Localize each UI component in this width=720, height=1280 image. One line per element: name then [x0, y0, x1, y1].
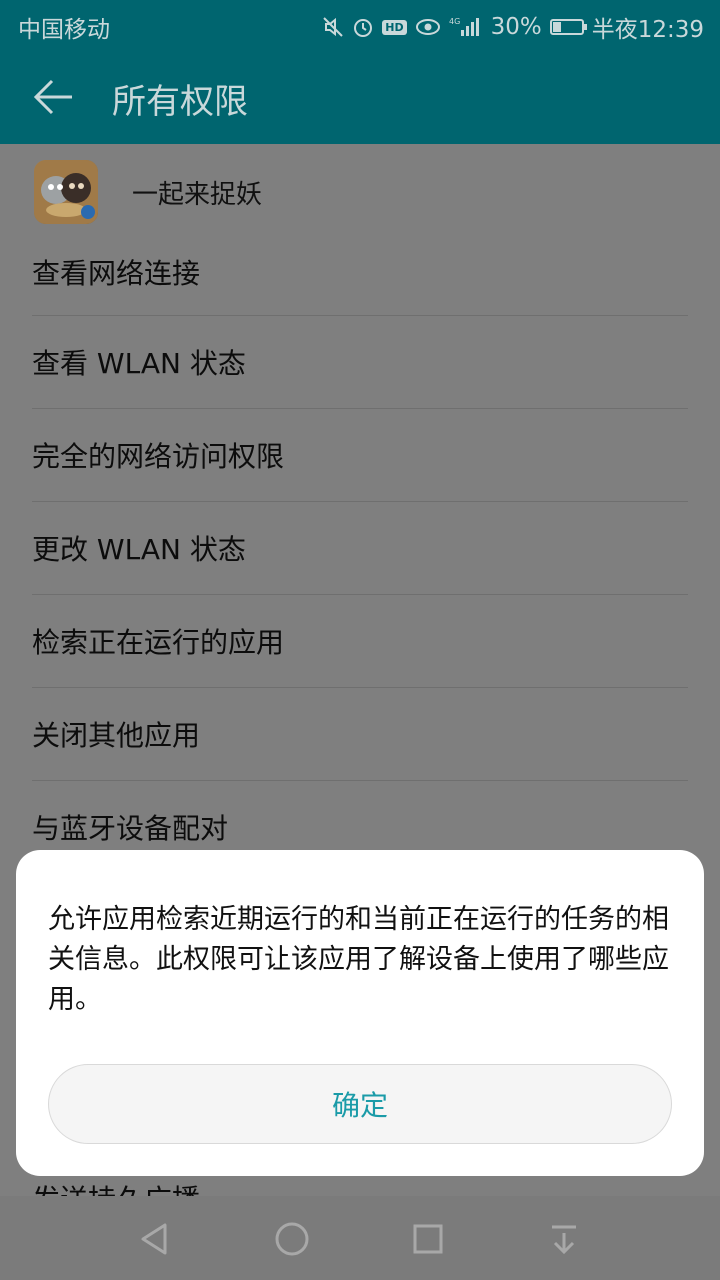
- battery-percent: 30%: [490, 14, 542, 40]
- permission-list: 查看网络连接 查看 WLAN 状态 完全的网络访问权限 更改 WLAN 状态 检…: [32, 224, 688, 874]
- list-item[interactable]: 查看网络连接: [32, 224, 688, 316]
- permission-label: 查看网络连接: [32, 257, 201, 290]
- clock: 半夜12:39: [591, 17, 704, 43]
- list-item[interactable]: 查看 WLAN 状态: [32, 316, 688, 409]
- nav-recents-button[interactable]: [403, 1214, 453, 1264]
- mute-icon: [322, 16, 344, 38]
- back-button[interactable]: [28, 72, 82, 122]
- recents-square-icon: [413, 1224, 443, 1254]
- dialog-message: 允许应用检索近期运行的和当前正在运行的任务的相关信息。此权限可让该应用了解设备上…: [48, 904, 669, 1015]
- ok-button[interactable]: 确定: [48, 1064, 672, 1144]
- toolbar: 所有权限: [0, 50, 720, 144]
- carrier-name: 中国移动: [18, 17, 110, 43]
- list-item-partial[interactable]: 发送持久广播: [32, 1184, 200, 1196]
- permission-label: 与蓝牙设备配对: [32, 812, 229, 845]
- hd-icon: HD: [382, 19, 407, 35]
- permission-label: 关闭其他应用: [32, 719, 201, 752]
- alarm-icon: [352, 16, 374, 38]
- signal-icon: 4G: [449, 16, 483, 38]
- permission-label: 完全的网络访问权限: [32, 440, 285, 473]
- status-icons: HD 4G 30% 半夜12:39: [322, 10, 704, 44]
- permission-label: 查看 WLAN 状态: [32, 347, 246, 380]
- app-icon: [34, 160, 98, 224]
- app-name: 一起来捉妖: [132, 179, 263, 210]
- permission-label: 发送持久广播: [32, 1184, 200, 1196]
- page-title: 所有权限: [112, 82, 248, 122]
- list-item[interactable]: 完全的网络访问权限: [32, 409, 688, 502]
- list-item[interactable]: 关闭其他应用: [32, 688, 688, 781]
- battery-icon: [549, 19, 587, 35]
- nav-notification-button[interactable]: [539, 1214, 589, 1264]
- nav-back-button[interactable]: [130, 1214, 180, 1264]
- permission-label: 检索正在运行的应用: [32, 626, 285, 659]
- network-type: 4G: [449, 17, 460, 26]
- permission-label: 更改 WLAN 状态: [32, 533, 246, 566]
- list-item[interactable]: 更改 WLAN 状态: [32, 502, 688, 595]
- notification-pull-icon: [552, 1225, 576, 1255]
- app-header: 一起来捉妖: [34, 160, 262, 224]
- list-item[interactable]: 检索正在运行的应用: [32, 595, 688, 688]
- permission-dialog: 允许应用检索近期运行的和当前正在运行的任务的相关信息。此权限可让该应用了解设备上…: [16, 850, 704, 1176]
- home-circle-icon: [275, 1222, 309, 1256]
- back-triangle-icon: [141, 1223, 167, 1255]
- eye-comfort-icon: [415, 17, 441, 37]
- back-arrow-icon: [33, 79, 72, 115]
- status-bar: 中国移动 HD 4G 30% 半夜12:39: [0, 0, 720, 50]
- navigation-bar: [0, 1196, 720, 1280]
- nav-home-button[interactable]: [267, 1214, 317, 1264]
- battery-fill: [552, 22, 562, 32]
